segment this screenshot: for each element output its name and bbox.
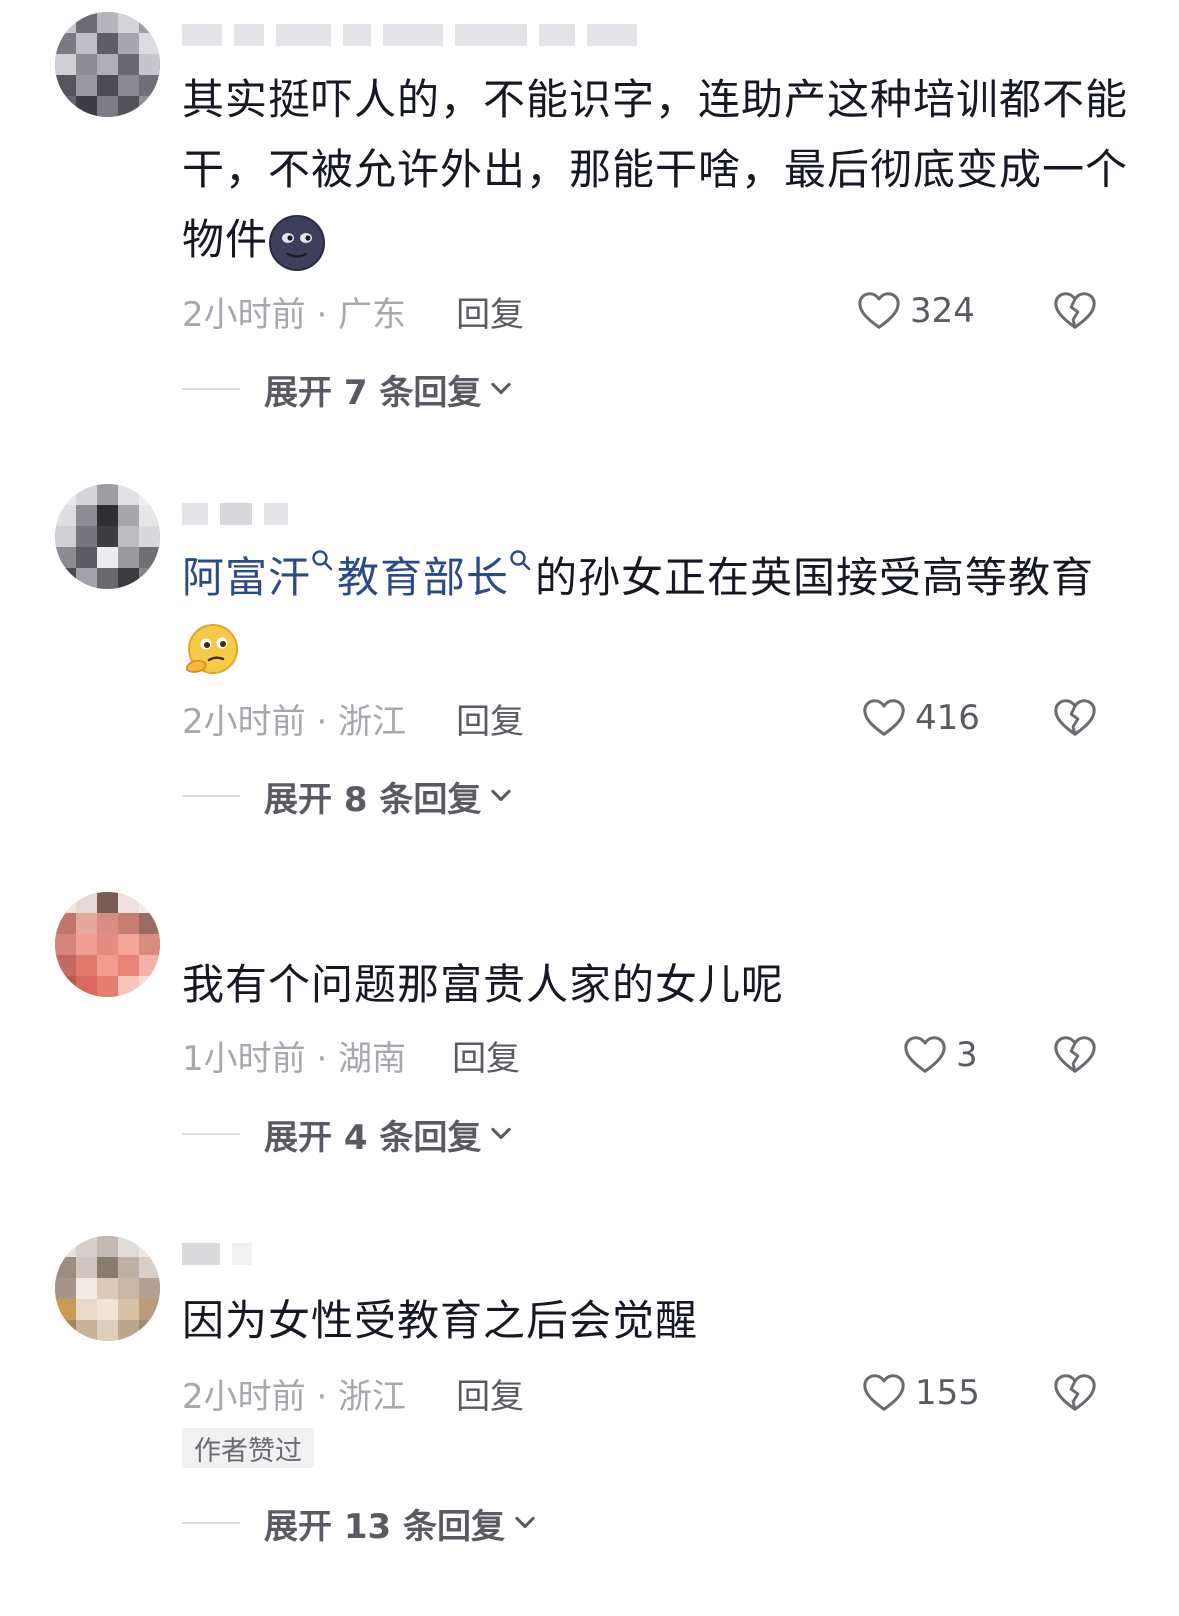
username[interactable] [182, 497, 288, 531]
like-count: 416 [915, 698, 980, 738]
comment-text: 其实挺吓人的，不能识字，连助产这种培训都不能干，不被允许外出，那能干啥，最后彻底… [182, 65, 1132, 275]
heart-outline-icon [902, 1032, 948, 1078]
expand-replies-button[interactable]: 展开 7 条回复 [182, 364, 515, 414]
expand-replies-button[interactable]: 展开 4 条回复 [182, 1109, 515, 1159]
comment-body: 我有个问题那富贵人家的女儿呢 [182, 960, 785, 1009]
search-icon [311, 549, 333, 577]
expand-replies-button[interactable]: 展开 13 条回复 [182, 1498, 539, 1548]
comment-meta: 2小时前 · 广东 回复 [182, 286, 524, 336]
expand-replies-button[interactable]: 展开 8 条回复 [182, 771, 515, 821]
divider [182, 388, 240, 390]
like-count: 155 [915, 1373, 980, 1413]
heart-outline-icon [861, 1370, 907, 1416]
comment-text: 我有个问题那富贵人家的女儿呢 [182, 950, 1132, 1020]
chevron-down-icon [487, 782, 515, 810]
chevron-down-icon [487, 1120, 515, 1148]
avatar[interactable] [55, 12, 160, 117]
username[interactable] [182, 1237, 252, 1271]
divider [182, 795, 240, 797]
reply-button[interactable]: 回复 [456, 694, 524, 743]
avatar[interactable] [55, 1236, 160, 1341]
divider [182, 1133, 240, 1135]
link-text: 教育部长 [337, 553, 510, 602]
broken-heart-icon[interactable] [1052, 695, 1098, 741]
time-location: 2小时前 · 浙江 [182, 701, 407, 742]
chevron-down-icon [487, 375, 515, 403]
broken-heart-icon[interactable] [1052, 1032, 1098, 1078]
broken-heart-icon[interactable] [1052, 1370, 1098, 1416]
search-link[interactable]: 阿富汗 [182, 553, 337, 602]
comment-text: 阿富汗 教育部长 的孙女正在英国接受高等教育 [182, 543, 1132, 683]
thinking-face-emoji [186, 623, 238, 674]
like-button[interactable]: 155 [861, 1368, 980, 1418]
expand-label: 展开 13 条回复 [264, 1506, 505, 1547]
comment-body: 因为女性受教育之后会觉醒 [182, 1296, 699, 1345]
username[interactable] [182, 18, 637, 52]
comment-text: 因为女性受教育之后会觉醒 [182, 1286, 1132, 1356]
search-icon [509, 549, 531, 577]
like-button[interactable]: 3 [902, 1030, 978, 1080]
new-moon-face-emoji [269, 214, 326, 271]
comment-meta: 1小时前 · 湖南 回复 [182, 1030, 520, 1080]
like-count: 324 [910, 291, 975, 331]
chevron-down-icon [511, 1509, 539, 1537]
search-link[interactable]: 教育部长 [337, 553, 535, 602]
expand-label: 展开 7 条回复 [264, 372, 482, 413]
avatar[interactable] [55, 892, 160, 997]
like-count: 3 [956, 1035, 978, 1075]
expand-label: 展开 4 条回复 [264, 1117, 482, 1158]
expand-label: 展开 8 条回复 [264, 779, 482, 820]
link-text: 阿富汗 [182, 553, 312, 602]
divider [182, 1522, 240, 1524]
like-button[interactable]: 324 [856, 286, 975, 336]
reply-button[interactable]: 回复 [456, 1369, 524, 1418]
comment-body: 的孙女正在英国接受高等教育 [535, 553, 1095, 602]
heart-outline-icon [861, 695, 907, 741]
broken-heart-icon[interactable] [1052, 288, 1098, 334]
comment-meta: 2小时前 · 浙江 回复 [182, 1368, 524, 1418]
heart-outline-icon [856, 288, 902, 334]
time-location: 2小时前 · 广东 [182, 294, 407, 335]
avatar[interactable] [55, 484, 160, 589]
time-location: 2小时前 · 浙江 [182, 1376, 407, 1417]
reply-button[interactable]: 回复 [452, 1031, 520, 1080]
time-location: 1小时前 · 湖南 [182, 1038, 407, 1079]
comment-meta: 2小时前 · 浙江 回复 [182, 693, 524, 743]
author-liked-badge: 作者赞过 [182, 1428, 314, 1468]
reply-button[interactable]: 回复 [456, 287, 524, 336]
like-button[interactable]: 416 [861, 693, 980, 743]
